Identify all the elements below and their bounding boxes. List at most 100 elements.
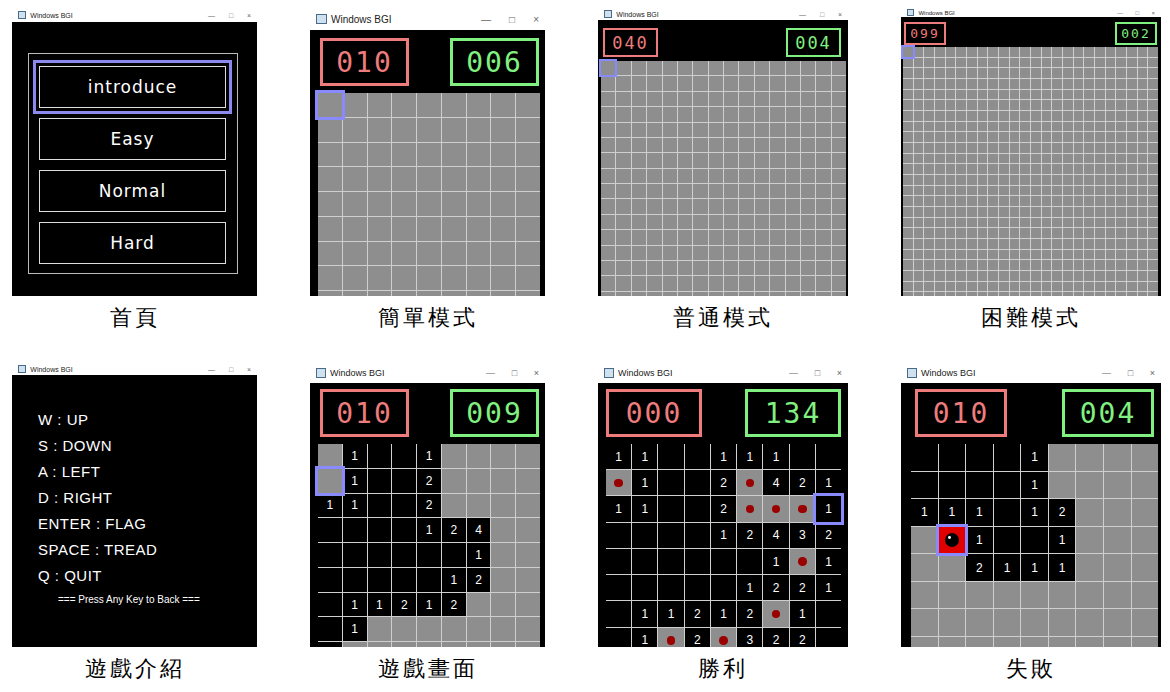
grid-cell[interactable] — [1084, 196, 1094, 206]
grid-cell[interactable] — [755, 184, 769, 198]
grid-cell[interactable] — [1074, 260, 1084, 270]
grid-cell[interactable]: 1 — [467, 543, 491, 567]
grid-cell[interactable] — [935, 207, 945, 217]
grid-cell[interactable] — [1138, 292, 1148, 296]
grid-cell[interactable] — [816, 444, 841, 469]
grid-cell[interactable]: 1 — [711, 523, 736, 548]
grid-cell[interactable] — [801, 230, 815, 244]
grid-cell[interactable] — [1031, 90, 1041, 100]
grid-cell[interactable] — [318, 217, 342, 241]
grid-cell[interactable] — [956, 175, 966, 185]
grid-cell[interactable] — [903, 175, 913, 185]
grid-cell[interactable] — [1138, 111, 1148, 121]
grid-cell[interactable] — [1031, 186, 1041, 196]
grid-cell[interactable] — [1084, 250, 1094, 260]
grid-cell[interactable] — [1049, 444, 1076, 471]
grid-cell[interactable] — [801, 292, 815, 296]
grid-cell[interactable] — [343, 543, 367, 567]
grid-cell[interactable] — [988, 154, 998, 164]
grid-cell[interactable] — [491, 617, 515, 641]
grid-cell[interactable] — [442, 242, 466, 266]
grid-cell[interactable] — [1042, 175, 1052, 185]
grid-cell[interactable] — [1010, 207, 1020, 217]
grid-cell[interactable] — [658, 628, 683, 647]
grid-cell[interactable] — [739, 184, 753, 198]
grid-cell[interactable] — [1031, 218, 1041, 228]
grid-cell[interactable] — [978, 239, 988, 249]
grid-cell[interactable] — [967, 58, 977, 68]
grid-cell[interactable] — [1148, 111, 1158, 121]
grid-cell[interactable] — [516, 568, 540, 592]
grid-cell[interactable] — [1074, 68, 1084, 78]
grid-cell[interactable] — [786, 123, 800, 137]
grid-cell[interactable] — [1020, 292, 1030, 296]
grid-cell[interactable] — [1095, 186, 1105, 196]
grid-cell[interactable] — [914, 143, 924, 153]
grid-cell[interactable] — [988, 175, 998, 185]
grid-cell[interactable] — [663, 169, 677, 183]
grid-cell[interactable] — [632, 261, 646, 275]
grid-cell[interactable]: 1 — [343, 469, 367, 493]
grid-cell[interactable] — [663, 184, 677, 198]
grid-cell[interactable] — [770, 261, 784, 275]
grid-cell[interactable]: 2 — [1049, 499, 1076, 526]
grid-cell[interactable] — [939, 554, 966, 581]
grid-cell[interactable] — [999, 239, 1009, 249]
grid-cell[interactable] — [491, 217, 515, 241]
grid-cell[interactable]: 1 — [632, 444, 657, 469]
grid-cell[interactable] — [1063, 122, 1073, 132]
grid-cell[interactable] — [632, 199, 646, 213]
grid-cell[interactable] — [967, 218, 977, 228]
grid-cell[interactable] — [935, 164, 945, 174]
grid-cell[interactable] — [616, 199, 630, 213]
grid-cell[interactable] — [924, 228, 934, 238]
grid-cell[interactable] — [1138, 154, 1148, 164]
grid-cell[interactable] — [999, 132, 1009, 142]
grid-cell[interactable] — [790, 496, 815, 521]
grid-cell[interactable] — [516, 642, 540, 647]
window-control[interactable]: □ — [1135, 10, 1139, 16]
window-control[interactable]: □ — [229, 366, 233, 373]
grid-cell[interactable] — [368, 118, 392, 142]
grid-cell[interactable] — [601, 76, 615, 90]
grid-cell[interactable] — [1106, 239, 1116, 249]
grid-cell[interactable] — [368, 242, 392, 266]
grid-cell[interactable] — [935, 218, 945, 228]
window-control[interactable]: — — [1117, 10, 1123, 16]
grid-cell[interactable] — [616, 169, 630, 183]
grid-cell[interactable] — [368, 143, 392, 167]
grid-cell[interactable] — [693, 138, 707, 152]
grid-cell[interactable] — [442, 642, 466, 647]
grid-cell[interactable] — [999, 186, 1009, 196]
grid-cell[interactable] — [999, 164, 1009, 174]
grid-cell[interactable] — [1052, 175, 1062, 185]
grid-cell[interactable] — [914, 111, 924, 121]
grid-cell[interactable] — [1074, 282, 1084, 292]
grid-cell[interactable] — [832, 199, 846, 213]
grid-cell[interactable] — [1010, 100, 1020, 110]
grid-cell[interactable] — [709, 123, 723, 137]
grid-cell[interactable] — [1031, 100, 1041, 110]
grid-cell[interactable] — [368, 192, 392, 216]
grid-cell[interactable] — [516, 266, 540, 290]
grid-cell[interactable] — [924, 58, 934, 68]
grid-cell[interactable] — [1074, 207, 1084, 217]
grid-cell[interactable] — [1010, 47, 1020, 57]
grid-cell[interactable] — [318, 143, 342, 167]
grid-cell[interactable] — [832, 76, 846, 90]
grid-cell[interactable] — [946, 68, 956, 78]
grid-cell[interactable] — [632, 549, 657, 574]
grid-cell[interactable] — [1106, 68, 1116, 78]
grid-cell[interactable] — [343, 291, 367, 296]
grid-cell[interactable] — [318, 593, 342, 617]
grid-cell[interactable] — [999, 154, 1009, 164]
grid-cell[interactable] — [1116, 90, 1126, 100]
grid-cell[interactable]: 1 — [632, 601, 657, 626]
grid-cell[interactable] — [1052, 260, 1062, 270]
grid-cell[interactable] — [1052, 207, 1062, 217]
grid-cell[interactable] — [924, 164, 934, 174]
grid-cell[interactable] — [1020, 228, 1030, 238]
grid-cell[interactable] — [606, 628, 631, 647]
grid-cell[interactable] — [1063, 239, 1073, 249]
grid-cell[interactable] — [924, 79, 934, 89]
